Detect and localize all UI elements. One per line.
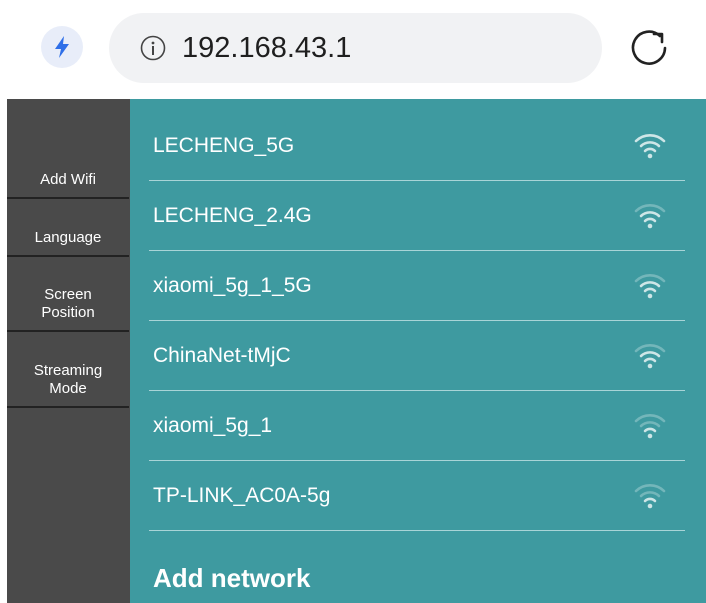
list-item[interactable]: TP-LINK_AC0A-5g (149, 461, 685, 531)
network-name: TP-LINK_AC0A-5g (153, 484, 331, 507)
sidebar-item-label: Add Wifi (40, 171, 96, 188)
list-item[interactable]: xiaomi_5g_1_5G (149, 251, 685, 321)
sidebar-item-label: Screen Position (41, 286, 95, 321)
network-name: ChinaNet-tMjC (153, 344, 291, 367)
wifi-signal-icon (634, 134, 666, 159)
network-name: xiaomi_5g_1 (153, 414, 273, 437)
url-text[interactable]: 192.168.43.1 (182, 30, 351, 66)
sidebar-item-label: Language (34, 229, 102, 246)
app-panel: Add Wifi Language Screen Position Stream… (7, 99, 706, 603)
sidebar-item-language[interactable]: Language (7, 199, 129, 257)
address-bar[interactable]: 192.168.43.1 (109, 13, 602, 83)
list-item[interactable]: ChinaNet-tMjC (149, 321, 685, 391)
list-item[interactable]: LECHENG_2.4G (149, 181, 685, 251)
wifi-signal-icon (634, 274, 666, 299)
sidebar-item-label: Streaming Mode (33, 362, 103, 397)
wifi-signal-icon (634, 204, 666, 229)
add-network-button[interactable]: Add network (153, 561, 310, 595)
list-item[interactable]: xiaomi_5g_1 (149, 391, 685, 461)
sidebar: Add Wifi Language Screen Position Stream… (7, 99, 130, 603)
wifi-signal-icon (634, 484, 666, 509)
list-item[interactable]: LECHENG_5G (149, 111, 685, 181)
sidebar-item-streaming-mode[interactable]: Streaming Mode (7, 332, 129, 408)
sidebar-item-add-wifi[interactable]: Add Wifi (7, 99, 129, 199)
wifi-signal-icon (634, 344, 666, 369)
reload-icon[interactable] (627, 26, 671, 70)
browser-toolbar: 192.168.43.1 (0, 0, 706, 98)
wifi-signal-icon (634, 414, 666, 439)
lightning-bolt-icon[interactable] (41, 26, 83, 68)
network-name: LECHENG_5G (153, 134, 295, 157)
info-icon[interactable] (140, 35, 166, 61)
network-list: LECHENG_5G LECHENG_2.4G xiaomi_5g_1_5G C… (130, 99, 706, 603)
network-name: LECHENG_2.4G (153, 204, 312, 227)
network-name: xiaomi_5g_1_5G (153, 274, 312, 297)
sidebar-item-screen-position[interactable]: Screen Position (7, 257, 129, 332)
